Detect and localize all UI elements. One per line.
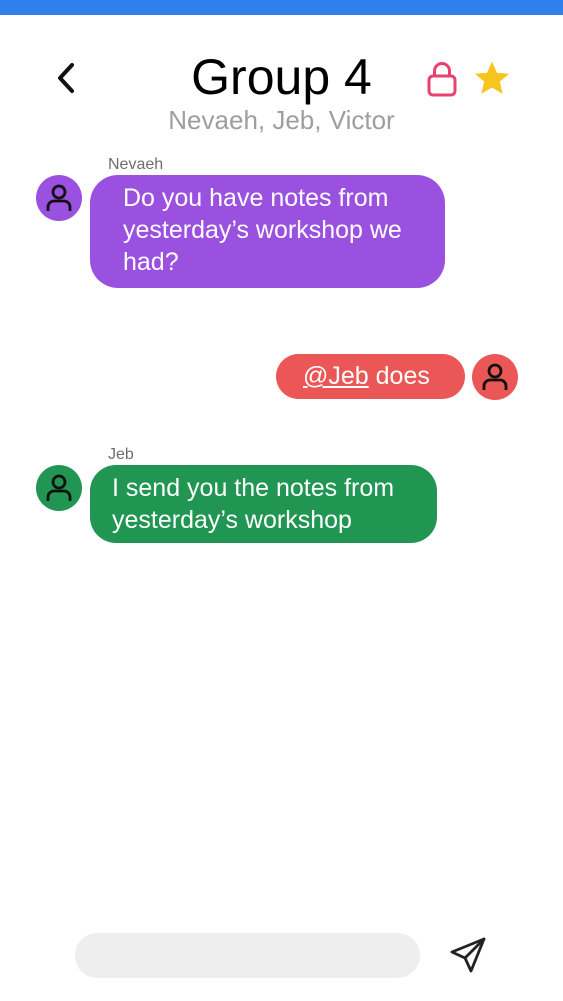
message-bubble: I send you the notes from yesterday’s wo… <box>90 465 437 543</box>
person-icon <box>46 184 72 211</box>
send-button[interactable] <box>444 931 492 979</box>
avatar-nevaeh[interactable] <box>36 175 82 221</box>
message-bubble-own: @Jeb does <box>276 354 465 399</box>
message-input[interactable] <box>75 933 420 978</box>
message-bubble: Do you have notes from yesterday’s works… <box>90 175 445 288</box>
group-members: Nevaeh, Jeb, Victor <box>168 105 395 135</box>
page-title: Group 4 <box>191 49 372 105</box>
sender-name-nevaeh: Nevaeh <box>108 156 164 173</box>
message-text: Do you have notes from yesterday’s works… <box>123 184 402 276</box>
person-icon <box>482 363 508 390</box>
chevron-left-icon <box>58 63 74 93</box>
person-icon <box>46 474 72 501</box>
lock-icon <box>427 62 457 97</box>
message-text: I send you the notes from yesterday’s wo… <box>112 474 395 534</box>
favorite-button[interactable] <box>472 58 512 98</box>
send-icon <box>450 937 486 973</box>
status-bar <box>0 0 563 15</box>
avatar-self[interactable] <box>472 354 518 400</box>
message-text: does <box>368 362 430 390</box>
avatar-jeb[interactable] <box>36 465 82 511</box>
sender-name-jeb: Jeb <box>108 446 134 463</box>
star-icon <box>475 61 509 94</box>
mention-link[interactable]: @Jeb <box>303 362 369 390</box>
back-button[interactable] <box>46 56 86 100</box>
lock-button[interactable] <box>422 58 462 100</box>
